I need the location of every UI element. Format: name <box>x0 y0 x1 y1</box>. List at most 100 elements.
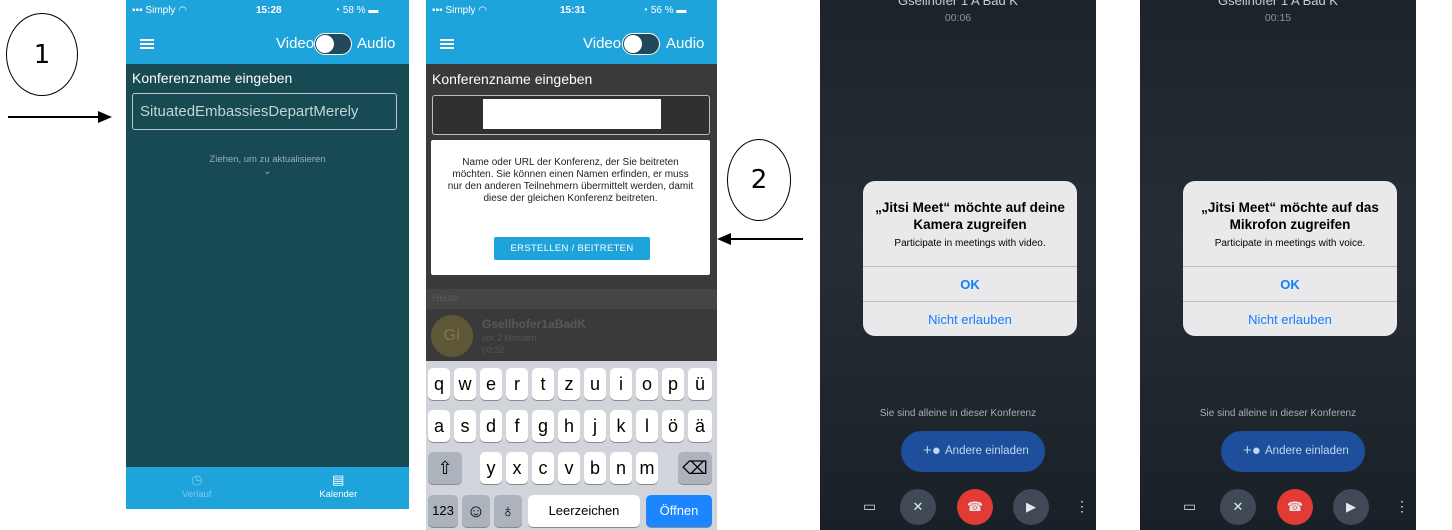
microphone-icon: ♁ <box>501 501 515 521</box>
mute-microphone-button[interactable]: ✕ <box>900 489 936 525</box>
alert-title: „Jitsi Meet“ möchte auf das Mikrofon zug… <box>1201 200 1379 232</box>
alert-divider <box>1183 266 1397 267</box>
key-t[interactable]: t <box>532 368 554 400</box>
emoji-icon: ☺ <box>466 501 486 521</box>
key-n[interactable]: n <box>610 452 632 484</box>
key-v[interactable]: v <box>558 452 580 484</box>
shift-icon: ⇧ <box>437 458 453 478</box>
alert-message: Participate in meetings with voice. <box>1214 238 1366 249</box>
key-u[interactable]: u <box>584 368 606 400</box>
more-options-icon[interactable]: ⋮ <box>1075 498 1089 515</box>
chat-icon[interactable]: ▭ <box>1183 498 1196 515</box>
key-c[interactable]: c <box>532 452 554 484</box>
key-j[interactable]: j <box>584 410 606 442</box>
carrier-label: ▪▪▪ Simply ◠ <box>432 5 487 16</box>
key-x[interactable]: x <box>506 452 528 484</box>
key-i[interactable]: i <box>610 368 632 400</box>
backspace-key[interactable]: ⌫ <box>678 452 712 484</box>
camera-off-button[interactable]: ▶ <box>1333 489 1369 525</box>
more-options-icon[interactable]: ⋮ <box>1395 498 1409 515</box>
invite-button[interactable]: +● Andere einladen <box>1221 431 1365 472</box>
conference-timer: 00:15 <box>1264 12 1292 24</box>
key-f[interactable]: f <box>506 410 528 442</box>
arrow-1-line <box>8 116 100 118</box>
toggle-knob <box>624 35 642 53</box>
room-name-label: Konferenzname eingeben <box>132 70 293 86</box>
room-name-input[interactable] <box>432 95 710 135</box>
key-oe[interactable]: ö <box>662 410 684 442</box>
key-g[interactable]: g <box>532 410 554 442</box>
emoji-key[interactable]: ☺ <box>462 495 490 527</box>
camera-permission-alert: „Jitsi Meet“ möchte auf deine Kamera zug… <box>863 181 1077 336</box>
key-ue[interactable]: ü <box>688 368 712 400</box>
create-join-button[interactable]: ERSTELLEN / BEITRETEN <box>494 237 650 260</box>
tab-calendar-label: Kalender <box>319 489 358 500</box>
recent-meeting-item[interactable]: GI Gsellhofer1aBadK vor 2 Minuten 00:32 <box>426 309 717 361</box>
alone-notice: Sie sind alleine in dieser Konferenz <box>879 408 1037 419</box>
hangup-button[interactable]: ☎ <box>1277 489 1313 525</box>
room-name-input[interactable]: SituatedEmbassiesDepartMerely <box>132 93 397 130</box>
key-y[interactable]: y <box>480 452 502 484</box>
phone-hangup-icon: ☎ <box>1286 499 1304 514</box>
key-s[interactable]: s <box>454 410 476 442</box>
battery-label: ◔ 58 % ▬ <box>334 5 379 16</box>
backspace-icon: ⌫ <box>682 458 708 478</box>
open-key[interactable]: Öffnen <box>646 495 712 527</box>
allow-button[interactable]: OK <box>1183 277 1397 292</box>
key-e[interactable]: e <box>480 368 502 400</box>
alert-divider <box>863 266 1077 267</box>
step-1-marker: 1 <box>6 13 78 96</box>
key-h[interactable]: h <box>558 410 580 442</box>
microphone-off-icon: ✕ <box>912 499 924 514</box>
key-b[interactable]: b <box>584 452 606 484</box>
recent-meeting-name: Gsellhofer1aBadK <box>482 317 587 331</box>
step-2-number: 2 <box>750 165 768 195</box>
key-m[interactable]: m <box>636 452 658 484</box>
alert-title: „Jitsi Meet“ möchte auf deine Kamera zug… <box>875 200 1065 232</box>
tab-history-label: Verlauf <box>181 489 212 500</box>
invite-button[interactable]: +● Andere einladen <box>901 431 1045 472</box>
key-q[interactable]: q <box>428 368 450 400</box>
hangup-button[interactable]: ☎ <box>957 489 993 525</box>
phone-screen-camera-permission: Gsellhofer 1 A Bad K 00:06 „Jitsi Meet“ … <box>820 0 1096 530</box>
key-ae[interactable]: ä <box>688 410 712 442</box>
key-o[interactable]: o <box>636 368 658 400</box>
avatar: GI <box>431 315 473 357</box>
key-r[interactable]: r <box>506 368 528 400</box>
recent-meeting-ago: vor 2 Minuten <box>482 333 537 343</box>
tab-history[interactable]: ◷ Verlauf <box>126 467 268 509</box>
step-2-marker: 2 <box>727 139 791 221</box>
chat-icon[interactable]: ▭ <box>863 498 876 515</box>
toolbar: Video Audio <box>126 22 409 64</box>
key-z[interactable]: z <box>558 368 580 400</box>
key-d[interactable]: d <box>480 410 502 442</box>
space-key[interactable]: Leerzeichen <box>528 495 640 527</box>
numbers-key[interactable]: 123 <box>428 495 458 527</box>
step-1-number: 1 <box>33 39 51 70</box>
allow-button[interactable]: OK <box>863 277 1077 292</box>
key-w[interactable]: w <box>454 368 476 400</box>
key-l[interactable]: l <box>636 410 658 442</box>
video-label: Video <box>276 35 315 52</box>
room-name-label: Konferenzname eingeben <box>432 71 593 87</box>
audio-video-toggle[interactable] <box>622 33 660 55</box>
room-hint-dialog: Name oder URL der Konferenz, der Sie bei… <box>431 140 710 275</box>
audio-video-toggle[interactable] <box>314 33 352 55</box>
key-a[interactable]: a <box>428 410 450 442</box>
dictation-key[interactable]: ♁ <box>494 495 522 527</box>
microphone-off-icon: ✕ <box>1232 499 1244 514</box>
menu-icon[interactable] <box>140 39 154 49</box>
deny-button[interactable]: Nicht erlauben <box>863 312 1077 327</box>
tab-calendar[interactable]: ▤ Kalender <box>268 467 410 509</box>
audio-label: Audio <box>666 35 705 52</box>
camera-off-button[interactable]: ▶ <box>1013 489 1049 525</box>
chevron-down-icon: ⌄ <box>263 166 272 177</box>
key-p[interactable]: p <box>662 368 684 400</box>
mute-microphone-button[interactable]: ✕ <box>1220 489 1256 525</box>
menu-icon[interactable] <box>440 39 454 49</box>
conference-title: Gsellhofer 1 A Bad K <box>1218 0 1338 8</box>
shift-key[interactable]: ⇧ <box>428 452 462 484</box>
key-k[interactable]: k <box>610 410 632 442</box>
deny-button[interactable]: Nicht erlauben <box>1183 312 1397 327</box>
status-bar: ▪▪▪ Simply ◠ 15:28 ◔ 58 % ▬ <box>126 0 409 22</box>
